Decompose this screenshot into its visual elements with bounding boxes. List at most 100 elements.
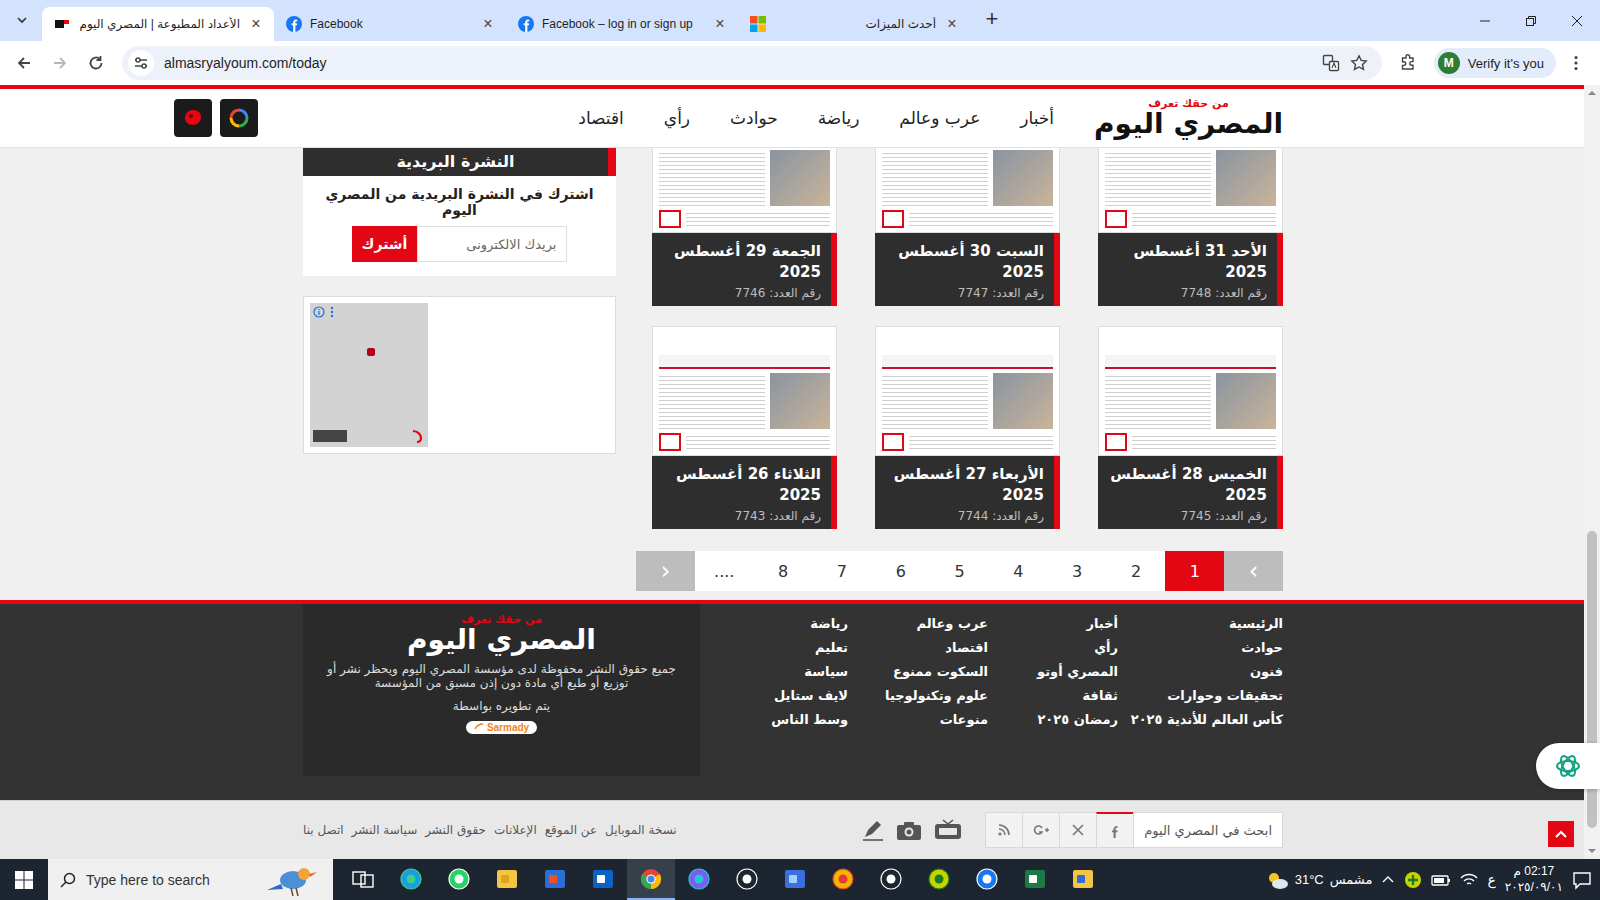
taskbar-app[interactable]: [339, 859, 387, 900]
footer-link[interactable]: رأي: [988, 640, 1118, 655]
footer-link[interactable]: اقتصاد: [848, 640, 988, 655]
taskbar-app[interactable]: [435, 859, 483, 900]
issue-cover[interactable]: [1098, 326, 1283, 456]
translate-icon[interactable]: [1322, 54, 1340, 72]
restore-button[interactable]: [1508, 0, 1554, 41]
issue-cover[interactable]: [1098, 148, 1283, 233]
issue-cover[interactable]: [652, 148, 837, 233]
bottom-link[interactable]: حقوق النشر: [425, 823, 486, 837]
page-button[interactable]: 7: [813, 551, 872, 591]
tab-close-button[interactable]: ×: [712, 16, 728, 32]
camera-icon[interactable]: [895, 819, 923, 841]
scroll-top-button[interactable]: [1548, 821, 1574, 847]
start-button[interactable]: [0, 859, 48, 900]
taskbar-app[interactable]: [723, 859, 771, 900]
notifications-icon[interactable]: [1572, 870, 1592, 890]
site-logo[interactable]: من حقك تعرفالمصري اليوم: [1094, 98, 1283, 138]
browser-tab[interactable]: Facebook – log in or sign up×: [506, 7, 738, 41]
footer-link[interactable]: رياضة: [748, 616, 848, 631]
nav-link[interactable]: رياضة: [818, 108, 860, 128]
previous-page-button[interactable]: ‹: [636, 551, 695, 591]
tab-close-button[interactable]: ×: [944, 16, 960, 32]
show-hidden-icons-icon[interactable]: [1381, 873, 1395, 887]
taskbar-app[interactable]: [1011, 859, 1059, 900]
new-tab-button[interactable]: +: [978, 5, 1006, 33]
page-button[interactable]: 1: [1165, 551, 1224, 591]
footer-link[interactable]: لايف ستايل: [748, 688, 848, 703]
next-page-button[interactable]: ›: [1224, 551, 1283, 591]
issue-card[interactable]: الأربعاء 27 أغسطس 2025رقم العدد: 7744: [875, 326, 1060, 529]
tab-close-button[interactable]: ×: [480, 16, 496, 32]
nav-link[interactable]: حوادث: [730, 108, 778, 128]
red-app-button[interactable]: [174, 99, 212, 137]
scroll-down-icon[interactable]: [1584, 843, 1600, 859]
footer-link[interactable]: رمضان ٢٠٢٥: [988, 712, 1118, 727]
assistant-widget[interactable]: [1536, 743, 1600, 789]
issue-card[interactable]: الثلاثاء 26 أغسطس 2025رقم العدد: 7743: [652, 326, 837, 529]
issue-cover[interactable]: [875, 326, 1060, 456]
email-input[interactable]: [417, 226, 567, 262]
address-bar[interactable]: almasryalyoum.com/today: [122, 46, 1382, 80]
page-button[interactable]: ....: [695, 551, 754, 591]
footer-link[interactable]: أخبار: [988, 616, 1118, 631]
page-button[interactable]: 4: [989, 551, 1048, 591]
extensions-button[interactable]: [1392, 47, 1424, 79]
bookmark-star-icon[interactable]: [1350, 54, 1368, 72]
taskbar-app[interactable]: [771, 859, 819, 900]
page-button[interactable]: 6: [871, 551, 930, 591]
nav-link[interactable]: اقتصاد: [578, 108, 623, 128]
browser-tab[interactable]: Facebook×: [274, 7, 506, 41]
issue-card[interactable]: الخميس 28 أغسطس 2025رقم العدد: 7745: [1098, 326, 1283, 529]
taskbar-app[interactable]: [483, 859, 531, 900]
input-language[interactable]: ع: [1487, 872, 1495, 888]
issue-card[interactable]: الجمعة 29 أغسطس 2025رقم العدد: 7746: [652, 148, 837, 306]
battery-icon[interactable]: [1431, 872, 1451, 888]
issue-card[interactable]: السبت 30 أغسطس 2025رقم العدد: 7747: [875, 148, 1060, 306]
footer-link[interactable]: علوم وتكنولوجيا: [848, 688, 988, 703]
minimize-button[interactable]: [1462, 0, 1508, 41]
page-button[interactable]: 2: [1107, 551, 1166, 591]
taskbar-app[interactable]: [531, 859, 579, 900]
issue-cover[interactable]: [875, 148, 1060, 233]
footer-link[interactable]: وسط الناس: [748, 712, 848, 727]
footer-link[interactable]: تحقيقات وحوارات: [1118, 688, 1283, 703]
bottom-link[interactable]: الإعلانات: [494, 823, 537, 837]
footer-link[interactable]: ثقافة: [988, 688, 1118, 703]
footer-logo[interactable]: من حقك تعرفالمصري اليوم: [407, 614, 596, 654]
nav-link[interactable]: عرب وعالم: [899, 108, 980, 128]
site-search-input[interactable]: [1133, 812, 1283, 848]
footer-link[interactable]: تعليم: [748, 640, 848, 655]
subscribe-button[interactable]: أشترك: [352, 226, 418, 262]
page-button[interactable]: 5: [930, 551, 989, 591]
footer-link[interactable]: فنون: [1118, 664, 1283, 679]
ad-image[interactable]: [310, 303, 428, 447]
x-link[interactable]: [1059, 812, 1096, 848]
taskbar-app[interactable]: [675, 859, 723, 900]
weather-widget[interactable]: 31°Cمشمس: [1265, 870, 1373, 890]
footer-link[interactable]: سياسة: [748, 664, 848, 679]
back-button[interactable]: [8, 47, 40, 79]
taskbar-search[interactable]: Type here to search: [48, 859, 333, 900]
bottom-link[interactable]: عن الموقع: [545, 823, 597, 837]
bottom-link[interactable]: اتصل بنا: [303, 823, 344, 837]
pen-icon[interactable]: [861, 819, 885, 841]
browser-tab[interactable]: الأعداد المطبوعة | المصري اليوم×: [42, 7, 274, 41]
browser-tab[interactable]: أحدث الميزات×: [738, 7, 970, 41]
footer-link[interactable]: منوعات: [848, 712, 988, 727]
taskbar-app[interactable]: [627, 859, 675, 900]
taskbar-app[interactable]: [819, 859, 867, 900]
taskbar-app[interactable]: [387, 859, 435, 900]
taskbar-app[interactable]: [1059, 859, 1107, 900]
footer-link[interactable]: عرب وعالم: [848, 616, 988, 631]
bottom-link[interactable]: سياسة النشر: [352, 823, 418, 837]
forward-button[interactable]: [44, 47, 76, 79]
reload-button[interactable]: [80, 47, 112, 79]
security-icon[interactable]: [1404, 871, 1422, 889]
assistant-button[interactable]: [220, 99, 258, 137]
scroll-track[interactable]: [1584, 101, 1600, 843]
page-button[interactable]: 3: [1048, 551, 1107, 591]
browser-menu-button[interactable]: [1560, 47, 1592, 79]
site-info-button[interactable]: [128, 50, 154, 76]
footer-link[interactable]: حوادث: [1118, 640, 1283, 655]
nav-link[interactable]: رأي: [664, 108, 690, 128]
